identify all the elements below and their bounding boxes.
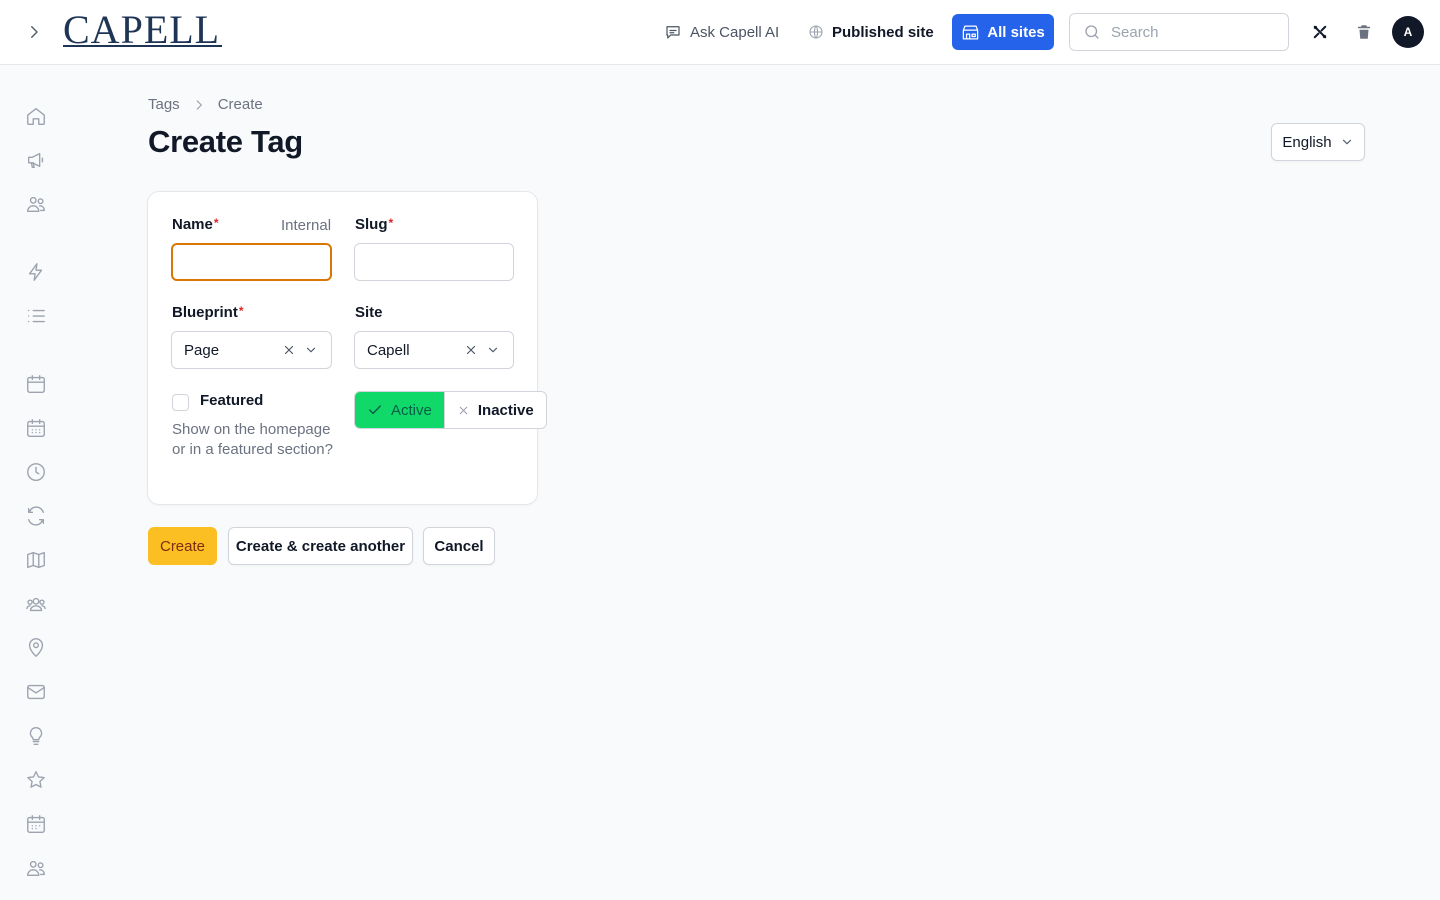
search-box[interactable]: [1069, 13, 1289, 51]
ask-ai-button[interactable]: Ask Capell AI: [664, 14, 779, 50]
cancel-button[interactable]: Cancel: [423, 527, 495, 565]
nav-map-pin-icon[interactable]: [23, 635, 49, 661]
nav-calendar-grid-icon[interactable]: [23, 415, 49, 441]
name-field[interactable]: [171, 243, 332, 281]
status-inactive-label: Inactive: [477, 401, 534, 419]
nav-megaphone-icon[interactable]: [23, 147, 49, 173]
status-active-label: Active: [391, 401, 432, 419]
close-icon: [466, 345, 476, 355]
building-storefront-icon: [962, 25, 979, 39]
check-icon: [368, 405, 382, 415]
name-input[interactable]: [173, 245, 330, 279]
chevron-down-icon: [301, 340, 321, 360]
all-sites-label: All sites: [987, 23, 1045, 41]
language-selector[interactable]: English: [1271, 123, 1365, 161]
site-select[interactable]: Capell: [354, 331, 514, 369]
all-sites-button[interactable]: All sites: [952, 14, 1054, 50]
search-icon: [1085, 25, 1099, 39]
search-input[interactable]: [1111, 23, 1271, 41]
trash-button[interactable]: [1352, 20, 1376, 44]
published-site-link[interactable]: Published site: [808, 14, 934, 50]
nav-map-icon[interactable]: [23, 547, 49, 573]
nav-star-icon[interactable]: [23, 767, 49, 793]
create-another-button[interactable]: Create & create another: [228, 527, 413, 565]
nav-calendar-days-icon[interactable]: [23, 811, 49, 837]
language-label: English: [1282, 133, 1332, 151]
breadcrumb-current: Create: [217, 96, 263, 113]
slug-label: Slug*: [355, 216, 393, 233]
status-inactive-option[interactable]: Inactive: [443, 392, 546, 428]
blueprint-value: Page: [184, 341, 220, 359]
name-label-text: Name: [172, 216, 213, 233]
page-title: Create Tag: [148, 124, 303, 159]
featured-checkbox[interactable]: [172, 394, 189, 411]
nav-list-icon[interactable]: [23, 303, 49, 329]
featured-help-text: Show on the homepage or in a featured se…: [172, 421, 333, 458]
slug-field[interactable]: [354, 243, 514, 281]
name-hint: Internal: [281, 217, 332, 234]
required-mark: *: [388, 216, 394, 230]
chevron-down-icon: [483, 340, 503, 360]
chevron-down-icon: [1342, 139, 1351, 145]
nav-user-group-icon[interactable]: [23, 591, 49, 617]
chevron-right-icon: [31, 26, 38, 38]
blueprint-label: Blueprint*: [172, 304, 244, 321]
close-icon: [284, 345, 294, 355]
nav-clock-icon[interactable]: [23, 459, 49, 485]
globe-icon: [809, 25, 823, 39]
user-avatar[interactable]: A: [1392, 16, 1424, 48]
site-value: Capell: [367, 341, 410, 359]
nav-refresh-icon[interactable]: [23, 503, 49, 529]
published-site-label: Published site: [832, 23, 934, 41]
chat-bubble-icon: [666, 26, 680, 39]
clear-blueprint-button[interactable]: [279, 340, 299, 360]
site-label: Site: [355, 304, 383, 321]
nav-users-icon[interactable]: [23, 191, 49, 217]
wrench-screwdriver-icon: [1313, 25, 1327, 39]
breadcrumb: Tags Create: [148, 96, 263, 113]
trash-icon: [1358, 25, 1370, 39]
logo-underline: [63, 45, 222, 47]
close-icon: [459, 406, 468, 414]
featured-label: Featured: [200, 392, 264, 409]
required-mark: *: [238, 304, 244, 318]
name-label: Name*: [172, 216, 219, 233]
status-toggle: Active Inactive: [354, 391, 547, 429]
blueprint-select[interactable]: Page: [171, 331, 332, 369]
nav-users-icon-2[interactable]: [23, 855, 49, 881]
breadcrumb-tags-link[interactable]: Tags: [148, 96, 180, 113]
nav-calendar-icon[interactable]: [23, 371, 49, 397]
tools-button[interactable]: [1308, 20, 1332, 44]
create-button[interactable]: Create: [148, 527, 217, 565]
nav-envelope-icon[interactable]: [23, 679, 49, 705]
ask-ai-label: Ask Capell AI: [690, 23, 780, 41]
nav-lightbulb-icon[interactable]: [23, 723, 49, 749]
top-bar: CAPELL Ask Capell AI Published site All …: [0, 0, 1440, 65]
clear-site-button[interactable]: [461, 340, 481, 360]
required-mark: *: [213, 216, 219, 230]
nav-home-icon[interactable]: [23, 103, 49, 129]
blueprint-label-text: Blueprint: [172, 304, 238, 321]
chevron-right-icon: [196, 99, 202, 110]
status-active-option[interactable]: Active: [355, 392, 444, 428]
slug-input[interactable]: [355, 244, 513, 280]
nav-lightning-icon[interactable]: [23, 259, 49, 285]
sidebar-expand-button[interactable]: [20, 18, 48, 46]
slug-label-text: Slug: [355, 216, 388, 233]
